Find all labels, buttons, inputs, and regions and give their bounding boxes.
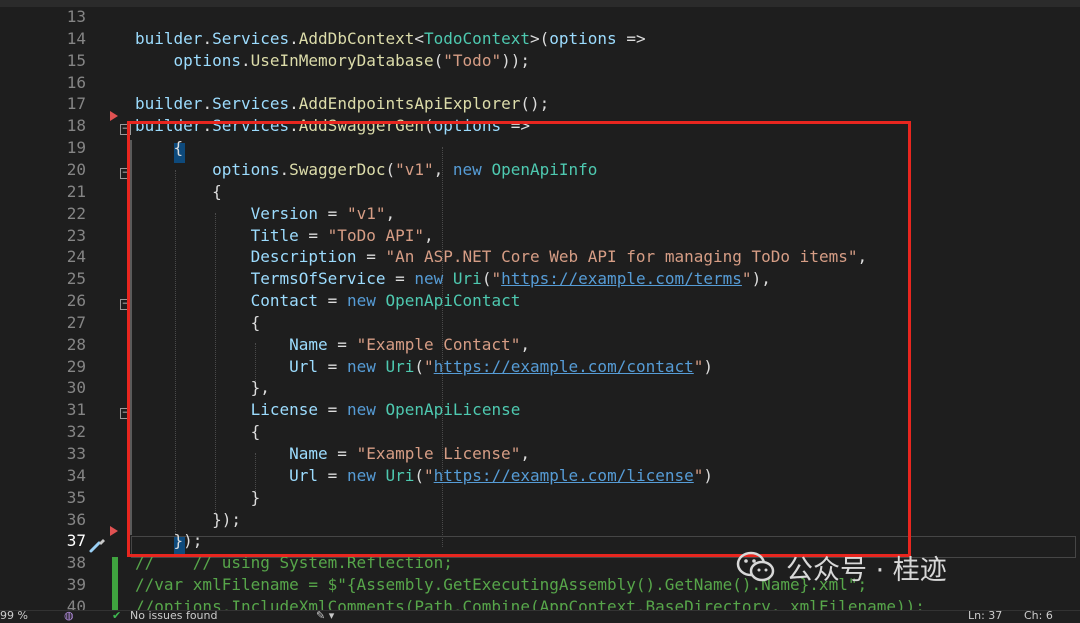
code-token: . (289, 94, 299, 114)
line-number: 24 (66, 247, 86, 267)
line-number: 22 (66, 203, 86, 223)
copilot-icon[interactable]: ◍ (64, 611, 74, 622)
code-line[interactable]: 15 options.UseInMemoryDatabase("Todo")); (0, 50, 1080, 72)
line-number: 29 (66, 356, 86, 376)
code-text: builder.Services.AddDbContext<TodoContex… (135, 28, 646, 50)
code-line[interactable]: 17 builder.Services.AddEndpointsApiExplor… (0, 93, 1080, 115)
watermark-text: 公众号 · 桂迹 (786, 554, 947, 586)
line-number: 13 (66, 7, 86, 26)
line-number: 31 (66, 400, 86, 420)
code-token: Services (212, 28, 290, 48)
line-number: 40 (66, 596, 86, 610)
brush-icon[interactable]: ✎ ▾ (316, 611, 334, 622)
highlight-box (127, 121, 911, 557)
line-number: 28 (66, 334, 86, 354)
line-number: 39 (66, 575, 86, 595)
line-number: 20 (66, 159, 86, 179)
code-token: AddDbContext (298, 28, 415, 48)
code-comment: //options.IncludeXmlComments(Path.Combin… (135, 596, 925, 610)
code-token: "Todo" (443, 50, 502, 70)
line-number: 37 (66, 531, 86, 551)
status-bar: 99 % ◍ ✔ No issues found ✎ ▾ Ln: 37 Ch: … (0, 610, 1080, 623)
watermark: 公众号 · 桂迹 (736, 546, 947, 588)
code-token: options (549, 28, 617, 48)
code-text: options.UseInMemoryDatabase("Todo")); (135, 50, 530, 72)
code-text: builder.Services.AddEndpointsApiExplorer… (135, 93, 549, 115)
line-number: 21 (66, 181, 86, 201)
code-token: . (202, 94, 213, 114)
line-number: 16 (66, 72, 86, 92)
code-token: UseInMemoryDatabase (250, 50, 434, 70)
code-line[interactable]: 16 (0, 72, 1080, 94)
line-number: 38 (66, 553, 86, 573)
code-token: ( (433, 50, 444, 70)
code-token: TodoContext (424, 28, 530, 48)
code-token: < (414, 28, 425, 48)
zoom-level[interactable]: 99 % (0, 611, 28, 622)
line-number: 14 (66, 28, 86, 48)
code-token: )); (501, 50, 530, 70)
line-number: 30 (66, 378, 86, 398)
code-line[interactable]: 40 //options.IncludeXmlComments(Path.Comb… (0, 596, 1080, 610)
check-icon: ✔ (112, 610, 122, 622)
line-number: 32 (66, 422, 86, 442)
code-token: options (173, 50, 241, 70)
code-line[interactable]: 13 (0, 7, 1080, 28)
line-number: 33 (66, 444, 86, 463)
wechat-icon (736, 551, 775, 582)
code-token: builder (135, 28, 203, 48)
line-number: 15 (66, 50, 86, 70)
code-token: => (616, 28, 646, 48)
line-number: 36 (66, 509, 86, 529)
code-token: builder (135, 94, 203, 114)
issues-status[interactable]: No issues found (130, 611, 217, 622)
code-line[interactable]: 14 builder.Services.AddDbContext<TodoCont… (0, 28, 1080, 50)
line-number: 23 (66, 225, 86, 245)
line-indicator[interactable]: Ln: 37 (968, 611, 1002, 622)
code-token: Services (212, 94, 290, 114)
code-token: . (289, 28, 299, 48)
line-number: 19 (66, 138, 86, 158)
code-editor[interactable]: − − − − 13 14 builder.Services.AddDbContex… (0, 7, 1080, 610)
line-number: 34 (66, 465, 86, 485)
code-token: (); (520, 94, 550, 114)
code-token: AddEndpointsApiExplorer (298, 94, 521, 114)
code-token: . (202, 28, 213, 48)
column-indicator[interactable]: Ch: 6 (1024, 611, 1053, 622)
code-token: >( (529, 28, 550, 48)
line-number: 27 (66, 312, 86, 332)
line-number: 17 (66, 94, 86, 114)
line-number: 35 (66, 487, 86, 507)
line-number: 26 (66, 291, 86, 311)
line-number: 25 (66, 269, 86, 289)
line-number: 18 (66, 116, 86, 136)
code-token: . (240, 50, 251, 70)
